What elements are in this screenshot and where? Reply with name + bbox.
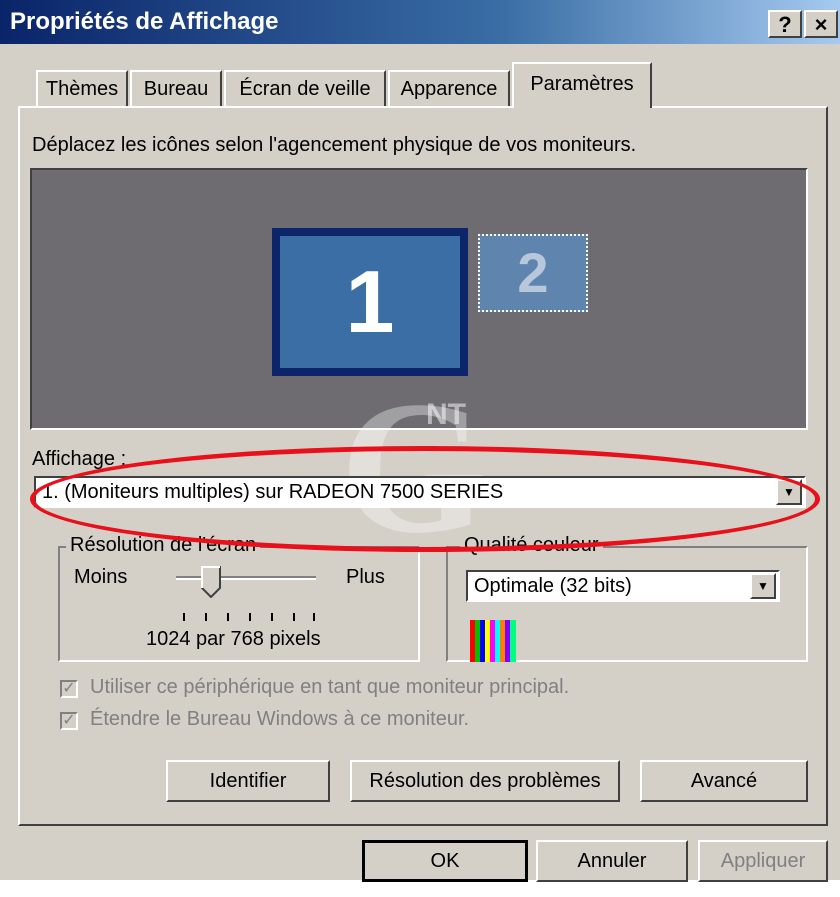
resolution-slider-thumb[interactable] <box>201 566 221 599</box>
help-button[interactable]: ? <box>768 10 802 38</box>
dialog-window: Propriétés de Affichage ? × Thèmes Burea… <box>0 0 840 882</box>
ok-button[interactable]: OK <box>362 840 528 882</box>
primary-monitor-label: Utiliser ce périphérique en tant que mon… <box>90 676 570 698</box>
extend-desktop-checkbox[interactable]: ✓ <box>60 712 78 730</box>
resolution-more-label: Plus <box>346 566 385 588</box>
tab-desktop[interactable]: Bureau <box>130 70 222 106</box>
advanced-button[interactable]: Avancé <box>640 760 808 802</box>
identify-button[interactable]: Identifier <box>166 760 330 802</box>
help-icon: ? <box>778 12 792 37</box>
close-icon: × <box>814 12 828 37</box>
tab-settings[interactable]: Paramètres <box>512 62 652 108</box>
resolution-value: 1024 par 768 pixels <box>146 628 321 650</box>
apply-button[interactable]: Appliquer <box>698 840 828 882</box>
watermark-text: NT <box>426 398 466 431</box>
monitor-1-icon[interactable]: 1 <box>272 228 468 376</box>
arrangement-instruction: Déplacez les icônes selon l'agencement p… <box>32 134 637 156</box>
color-quality-select[interactable]: Optimale (32 bits) ▼ <box>466 570 780 602</box>
primary-monitor-checkbox[interactable]: ✓ <box>60 680 78 698</box>
highlight-ellipse <box>30 446 820 552</box>
tab-appearance[interactable]: Apparence <box>388 70 510 106</box>
monitor-2-icon[interactable]: 2 <box>478 234 588 312</box>
window-title: Propriétés de Affichage <box>10 8 279 35</box>
monitor-1-label: 1 <box>280 236 460 368</box>
tab-themes[interactable]: Thèmes <box>36 70 128 106</box>
color-quality-value: Optimale (32 bits) <box>474 575 632 597</box>
extend-desktop-label: Étendre le Bureau Windows à ce moniteur. <box>90 708 470 730</box>
cancel-button[interactable]: Annuler <box>536 840 688 882</box>
resolution-slider-ticks <box>178 604 318 621</box>
close-button[interactable]: × <box>804 10 838 38</box>
resolution-less-label: Moins <box>74 566 128 588</box>
resolution-slider-track[interactable] <box>176 576 316 580</box>
color-spectrum-icon <box>470 620 516 662</box>
chevron-down-icon[interactable]: ▼ <box>750 573 776 599</box>
title-bar: Propriétés de Affichage ? × <box>0 0 840 44</box>
tab-screensaver[interactable]: Écran de veille <box>224 70 386 106</box>
troubleshoot-button[interactable]: Résolution des problèmes <box>350 760 620 802</box>
